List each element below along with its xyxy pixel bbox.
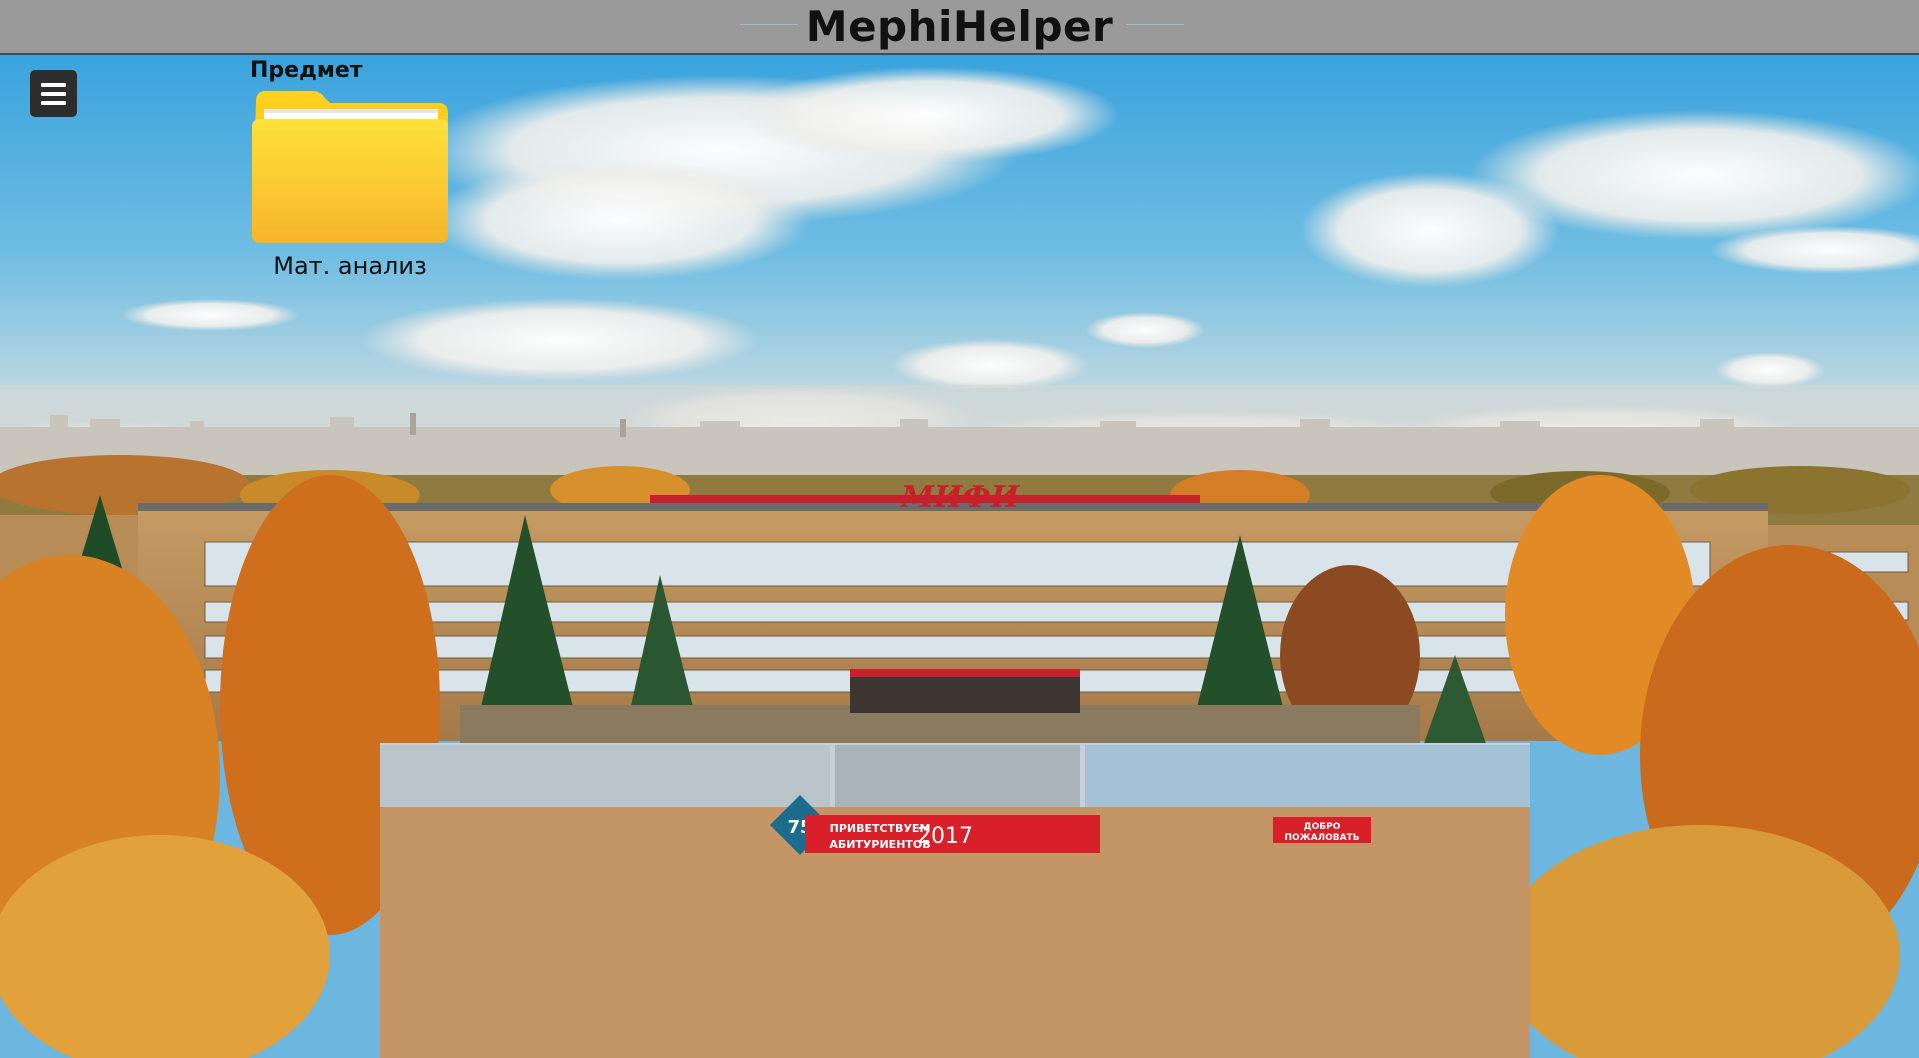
banner-welcome: ПРИВЕТСТВУЕМ <box>830 822 931 835</box>
svg-text:АБИТУРИЕНТОВ: АБИТУРИЕНТОВ <box>829 838 930 851</box>
page: МИФИ 75 ПРИВЕТСТВУЕМ АБИТУРИЕНТОВ 2017 Д… <box>0 0 1919 1058</box>
hamburger-menu-icon-bar <box>41 100 66 105</box>
folder-label: Мат. анализ <box>273 252 427 280</box>
svg-text:ПОЖАЛОВАТЬ: ПОЖАЛОВАТЬ <box>1284 833 1359 843</box>
hamburger-menu-icon-bar <box>41 91 66 96</box>
hamburger-menu-button[interactable] <box>30 70 77 117</box>
lower-building <box>380 743 1530 1058</box>
site-title: MephiHelper <box>805 2 1114 51</box>
folder-icon <box>252 91 448 243</box>
banner-year: 2017 <box>917 824 973 849</box>
roof-logo: МИФИ <box>900 480 1021 515</box>
subject-folder-math-analysis[interactable]: Мат. анализ <box>250 87 450 280</box>
banner-greeting: ДОБРО <box>1304 822 1341 832</box>
title-decoration-right <box>1126 24 1184 25</box>
top-bar: MephiHelper <box>0 0 1919 55</box>
title-decoration-left <box>740 24 798 25</box>
subject-heading: Предмет <box>250 58 363 83</box>
hamburger-menu-icon <box>41 82 66 87</box>
